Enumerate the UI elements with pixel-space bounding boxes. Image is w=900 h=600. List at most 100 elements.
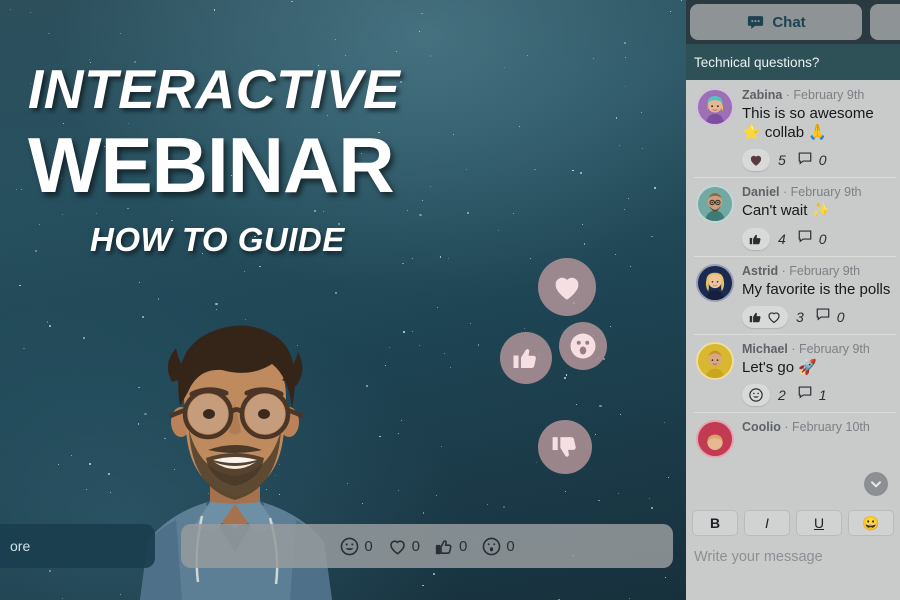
more-label: ore: [10, 538, 31, 554]
emoji-button[interactable]: 😀: [848, 510, 894, 536]
heart-icon: [550, 270, 584, 304]
surprised-face-icon: [481, 536, 502, 557]
message-header: Daniel · February 9th: [742, 185, 862, 200]
avatar: [696, 263, 734, 302]
comment-group[interactable]: 1: [797, 384, 827, 405]
heart-outline-icon: [766, 309, 782, 325]
message-author: Coolio: [742, 419, 781, 434]
floating-reaction-thumbs-up: [500, 332, 552, 384]
avatar: [696, 88, 734, 126]
thumbs-up-icon: [511, 343, 541, 373]
chat-banner: Technical questions?: [686, 44, 900, 80]
message-body: Astrid · February 9th My favorite is the…: [742, 264, 892, 328]
thumbs-down-icon: [550, 432, 581, 463]
reaction-count: 3: [796, 308, 804, 325]
message-date: February 9th: [798, 341, 870, 356]
message-reaction[interactable]: [742, 227, 770, 250]
thumbs-up-icon: [748, 231, 764, 247]
video-title-block: INTERACTIVE WEBINAR HOW TO GUIDE: [28, 62, 400, 259]
smiley-icon: [748, 387, 764, 403]
tab-secondary[interactable]: [870, 4, 900, 40]
chat-message[interactable]: Michael · February 9th Let's go 🚀 2 1: [686, 333, 900, 412]
reaction-count: 5: [778, 152, 786, 169]
chat-tab-bar: Chat: [686, 0, 900, 44]
chat-message-list[interactable]: Zabina · February 9th This is so awesome…: [686, 80, 900, 504]
chat-message[interactable]: Astrid · February 9th My favorite is the…: [686, 255, 900, 334]
tab-chat[interactable]: Chat: [690, 4, 862, 40]
tab-chat-label: Chat: [772, 13, 806, 31]
reaction-count: 0: [459, 537, 468, 555]
avatar: [696, 185, 734, 224]
comment-icon: [797, 150, 813, 171]
message-author: Michael: [742, 341, 788, 356]
underline-button[interactable]: U: [796, 510, 842, 536]
chat-bubble-icon: [746, 13, 765, 32]
message-body: Michael · February 9th Let's go 🚀 2 1: [742, 342, 892, 406]
reaction-button-heart[interactable]: 0: [383, 536, 424, 557]
title-line-2: WEBINAR: [28, 121, 395, 209]
message-text: This is so awesome ⭐ collab 🙏: [742, 105, 874, 142]
reaction-toolbar[interactable]: 0 0 0 0: [181, 524, 673, 568]
message-body: Daniel · February 9th Can't wait ✨ 4 0: [742, 185, 892, 250]
reaction-count: 4: [778, 230, 786, 247]
reaction-button-thumbs-up[interactable]: 0: [430, 536, 471, 557]
message-author: Daniel: [742, 185, 780, 200]
message-date: February 9th: [789, 263, 861, 278]
reaction-button-smiley[interactable]: 0: [335, 536, 376, 557]
reaction-button-wow[interactable]: 0: [477, 536, 518, 557]
message-reaction[interactable]: [742, 305, 788, 328]
message-reaction[interactable]: [742, 149, 770, 172]
reaction-count: 0: [506, 537, 515, 555]
comment-group[interactable]: 0: [815, 306, 845, 327]
message-author: Zabina: [742, 88, 783, 102]
message-date: February 9th: [793, 88, 865, 102]
comment-count: 0: [818, 152, 827, 169]
thumbs-up-icon: [748, 309, 764, 325]
thumbs-up-icon: [434, 536, 455, 557]
reaction-count: 2: [778, 386, 786, 403]
surprised-face-icon: [568, 331, 598, 361]
video-player[interactable]: INTERACTIVE WEBINAR HOW TO GUIDE ore 0 0…: [0, 0, 686, 600]
floating-reaction-wow: [559, 322, 607, 370]
smiley-icon: [339, 536, 360, 557]
chevron-down-icon[interactable]: [864, 472, 888, 496]
reaction-count: 0: [364, 537, 373, 555]
title-line-3: HOW TO GUIDE: [90, 221, 345, 259]
comment-icon: [797, 228, 813, 249]
message-footer: 4 0: [742, 227, 892, 250]
avatar: [696, 341, 734, 380]
comment-icon: [815, 306, 831, 327]
message-footer: 2 1: [742, 383, 892, 406]
heart-icon: [748, 152, 764, 168]
message-reaction[interactable]: [742, 383, 770, 406]
comment-count: 1: [818, 386, 827, 403]
comment-count: 0: [818, 230, 827, 247]
message-text: My favorite is the polls: [742, 280, 891, 298]
chat-message[interactable]: Coolio · February 10th: [686, 411, 900, 464]
italic-button[interactable]: I: [744, 510, 790, 536]
comment-group[interactable]: 0: [797, 150, 827, 171]
chat-message[interactable]: Zabina · February 9th This is so awesome…: [686, 80, 900, 177]
message-header: Astrid · February 9th: [742, 263, 861, 278]
bold-button[interactable]: B: [692, 510, 738, 536]
chat-composer: B I U 😀 Write your message: [686, 504, 900, 569]
reaction-count: 0: [411, 537, 420, 555]
comment-count: 0: [836, 308, 845, 325]
message-body: Coolio · February 10th: [742, 420, 892, 458]
chat-banner-text: Technical questions?: [694, 54, 820, 70]
comment-icon: [797, 384, 813, 405]
message-date: February 9th: [790, 185, 862, 200]
more-options-bar[interactable]: ore: [0, 524, 155, 568]
heart-outline-icon: [387, 536, 408, 557]
message-footer: 5 0: [742, 149, 892, 172]
message-body: Zabina · February 9th This is so awesome…: [742, 88, 892, 172]
message-header: Michael · February 9th: [742, 341, 870, 356]
message-header: Coolio · February 10th: [742, 419, 870, 434]
comment-group[interactable]: 0: [797, 228, 827, 249]
message-date: February 10th: [792, 419, 870, 434]
message-input[interactable]: Write your message: [692, 545, 894, 569]
message-footer: 3 0: [742, 305, 892, 328]
formatting-toolbar: B I U 😀: [692, 510, 894, 536]
chat-message[interactable]: Daniel · February 9th Can't wait ✨ 4 0: [686, 177, 900, 255]
floating-reaction-heart: [538, 258, 596, 316]
